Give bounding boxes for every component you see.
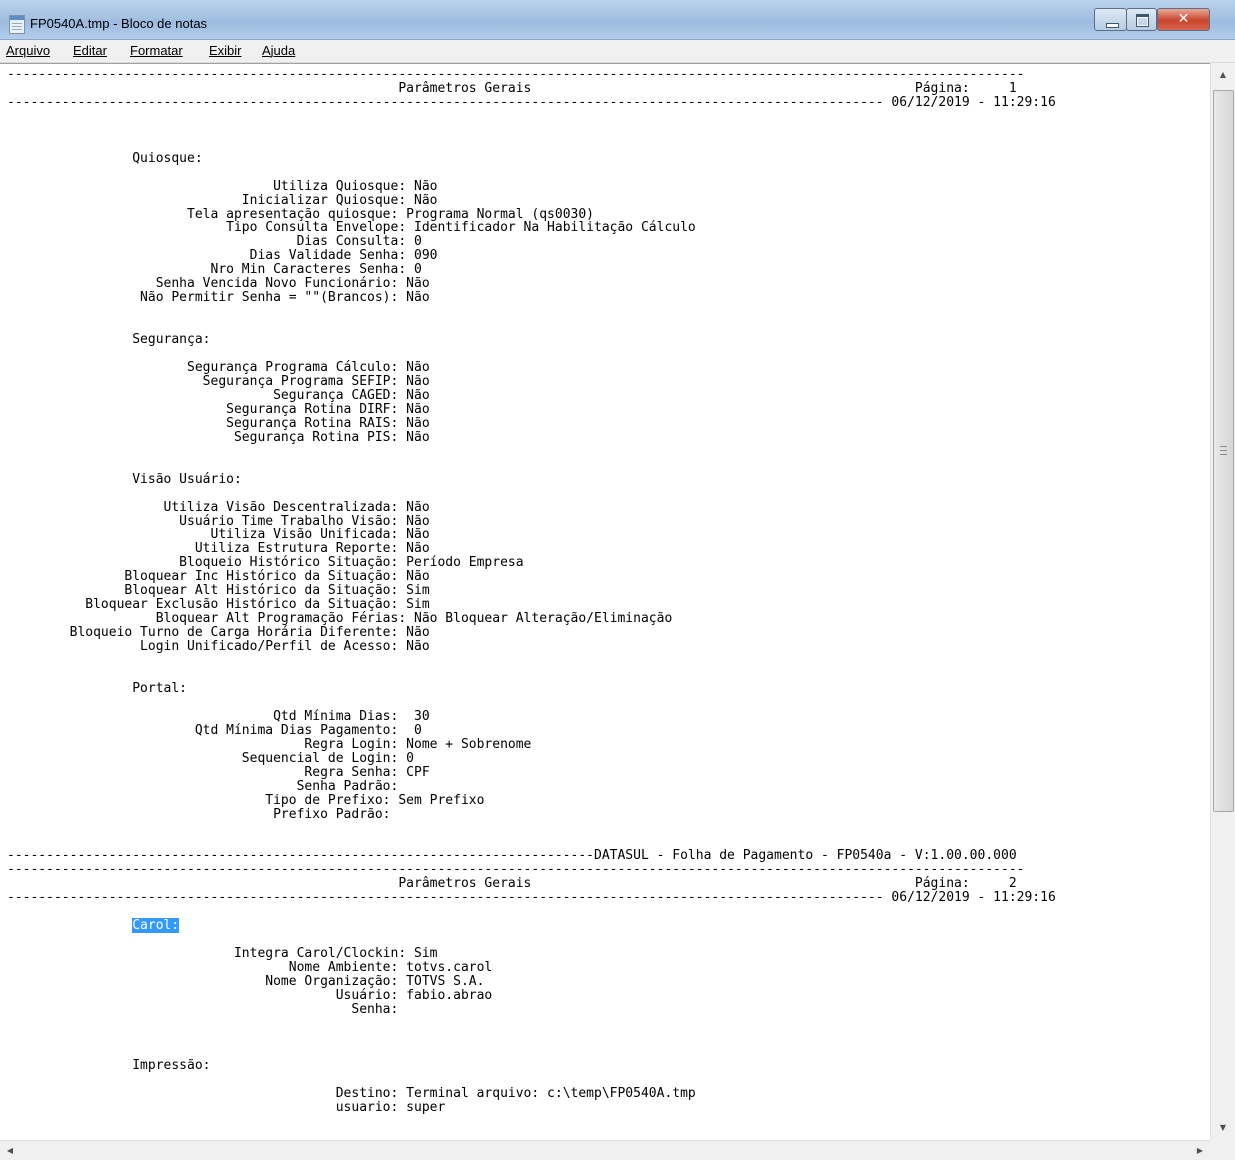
arrow-down-icon[interactable]: ▼ xyxy=(1211,1116,1235,1140)
horizontal-scrollbar[interactable]: ◀ ▶ xyxy=(0,1140,1210,1160)
arrow-up-icon[interactable]: ▲ xyxy=(1211,63,1235,87)
selected-text: Carol: xyxy=(132,918,180,934)
document-text[interactable]: ----------------------------------------… xyxy=(7,68,1056,1114)
menu-arquivo[interactable]: Arquivo xyxy=(6,43,50,58)
document-text-after: Integra Carol/Clockin: Sim Nome Ambiente… xyxy=(132,946,696,1115)
notepad-icon xyxy=(9,15,25,34)
text-editor[interactable]: ----------------------------------------… xyxy=(0,63,1210,1141)
title-bar[interactable]: FP0540A.tmp - Bloco de notas xyxy=(0,0,1235,40)
menu-formatar[interactable]: Formatar xyxy=(130,43,183,58)
document-text-before: ----------------------------------------… xyxy=(7,67,1056,906)
vertical-scrollbar[interactable]: ▲ ▼ xyxy=(1210,63,1235,1140)
menu-editar[interactable]: Editar xyxy=(73,43,107,58)
arrow-left-icon[interactable]: ◀ xyxy=(0,1141,20,1160)
arrow-right-icon[interactable]: ▶ xyxy=(1190,1141,1210,1160)
minimize-button[interactable] xyxy=(1094,8,1127,31)
maximize-button[interactable] xyxy=(1126,8,1157,31)
menu-ajuda[interactable]: Ajuda xyxy=(262,43,295,58)
window-title: FP0540A.tmp - Bloco de notas xyxy=(30,16,208,31)
menu-bar: Arquivo Editar Formatar Exibir Ajuda xyxy=(0,40,1235,63)
selection-indent xyxy=(7,918,132,933)
close-button[interactable] xyxy=(1157,8,1210,31)
menu-exibir[interactable]: Exibir xyxy=(209,43,242,58)
scrollbar-corner xyxy=(1210,1140,1235,1160)
grip-icon xyxy=(1220,446,1227,455)
vertical-scroll-thumb[interactable] xyxy=(1213,90,1234,812)
